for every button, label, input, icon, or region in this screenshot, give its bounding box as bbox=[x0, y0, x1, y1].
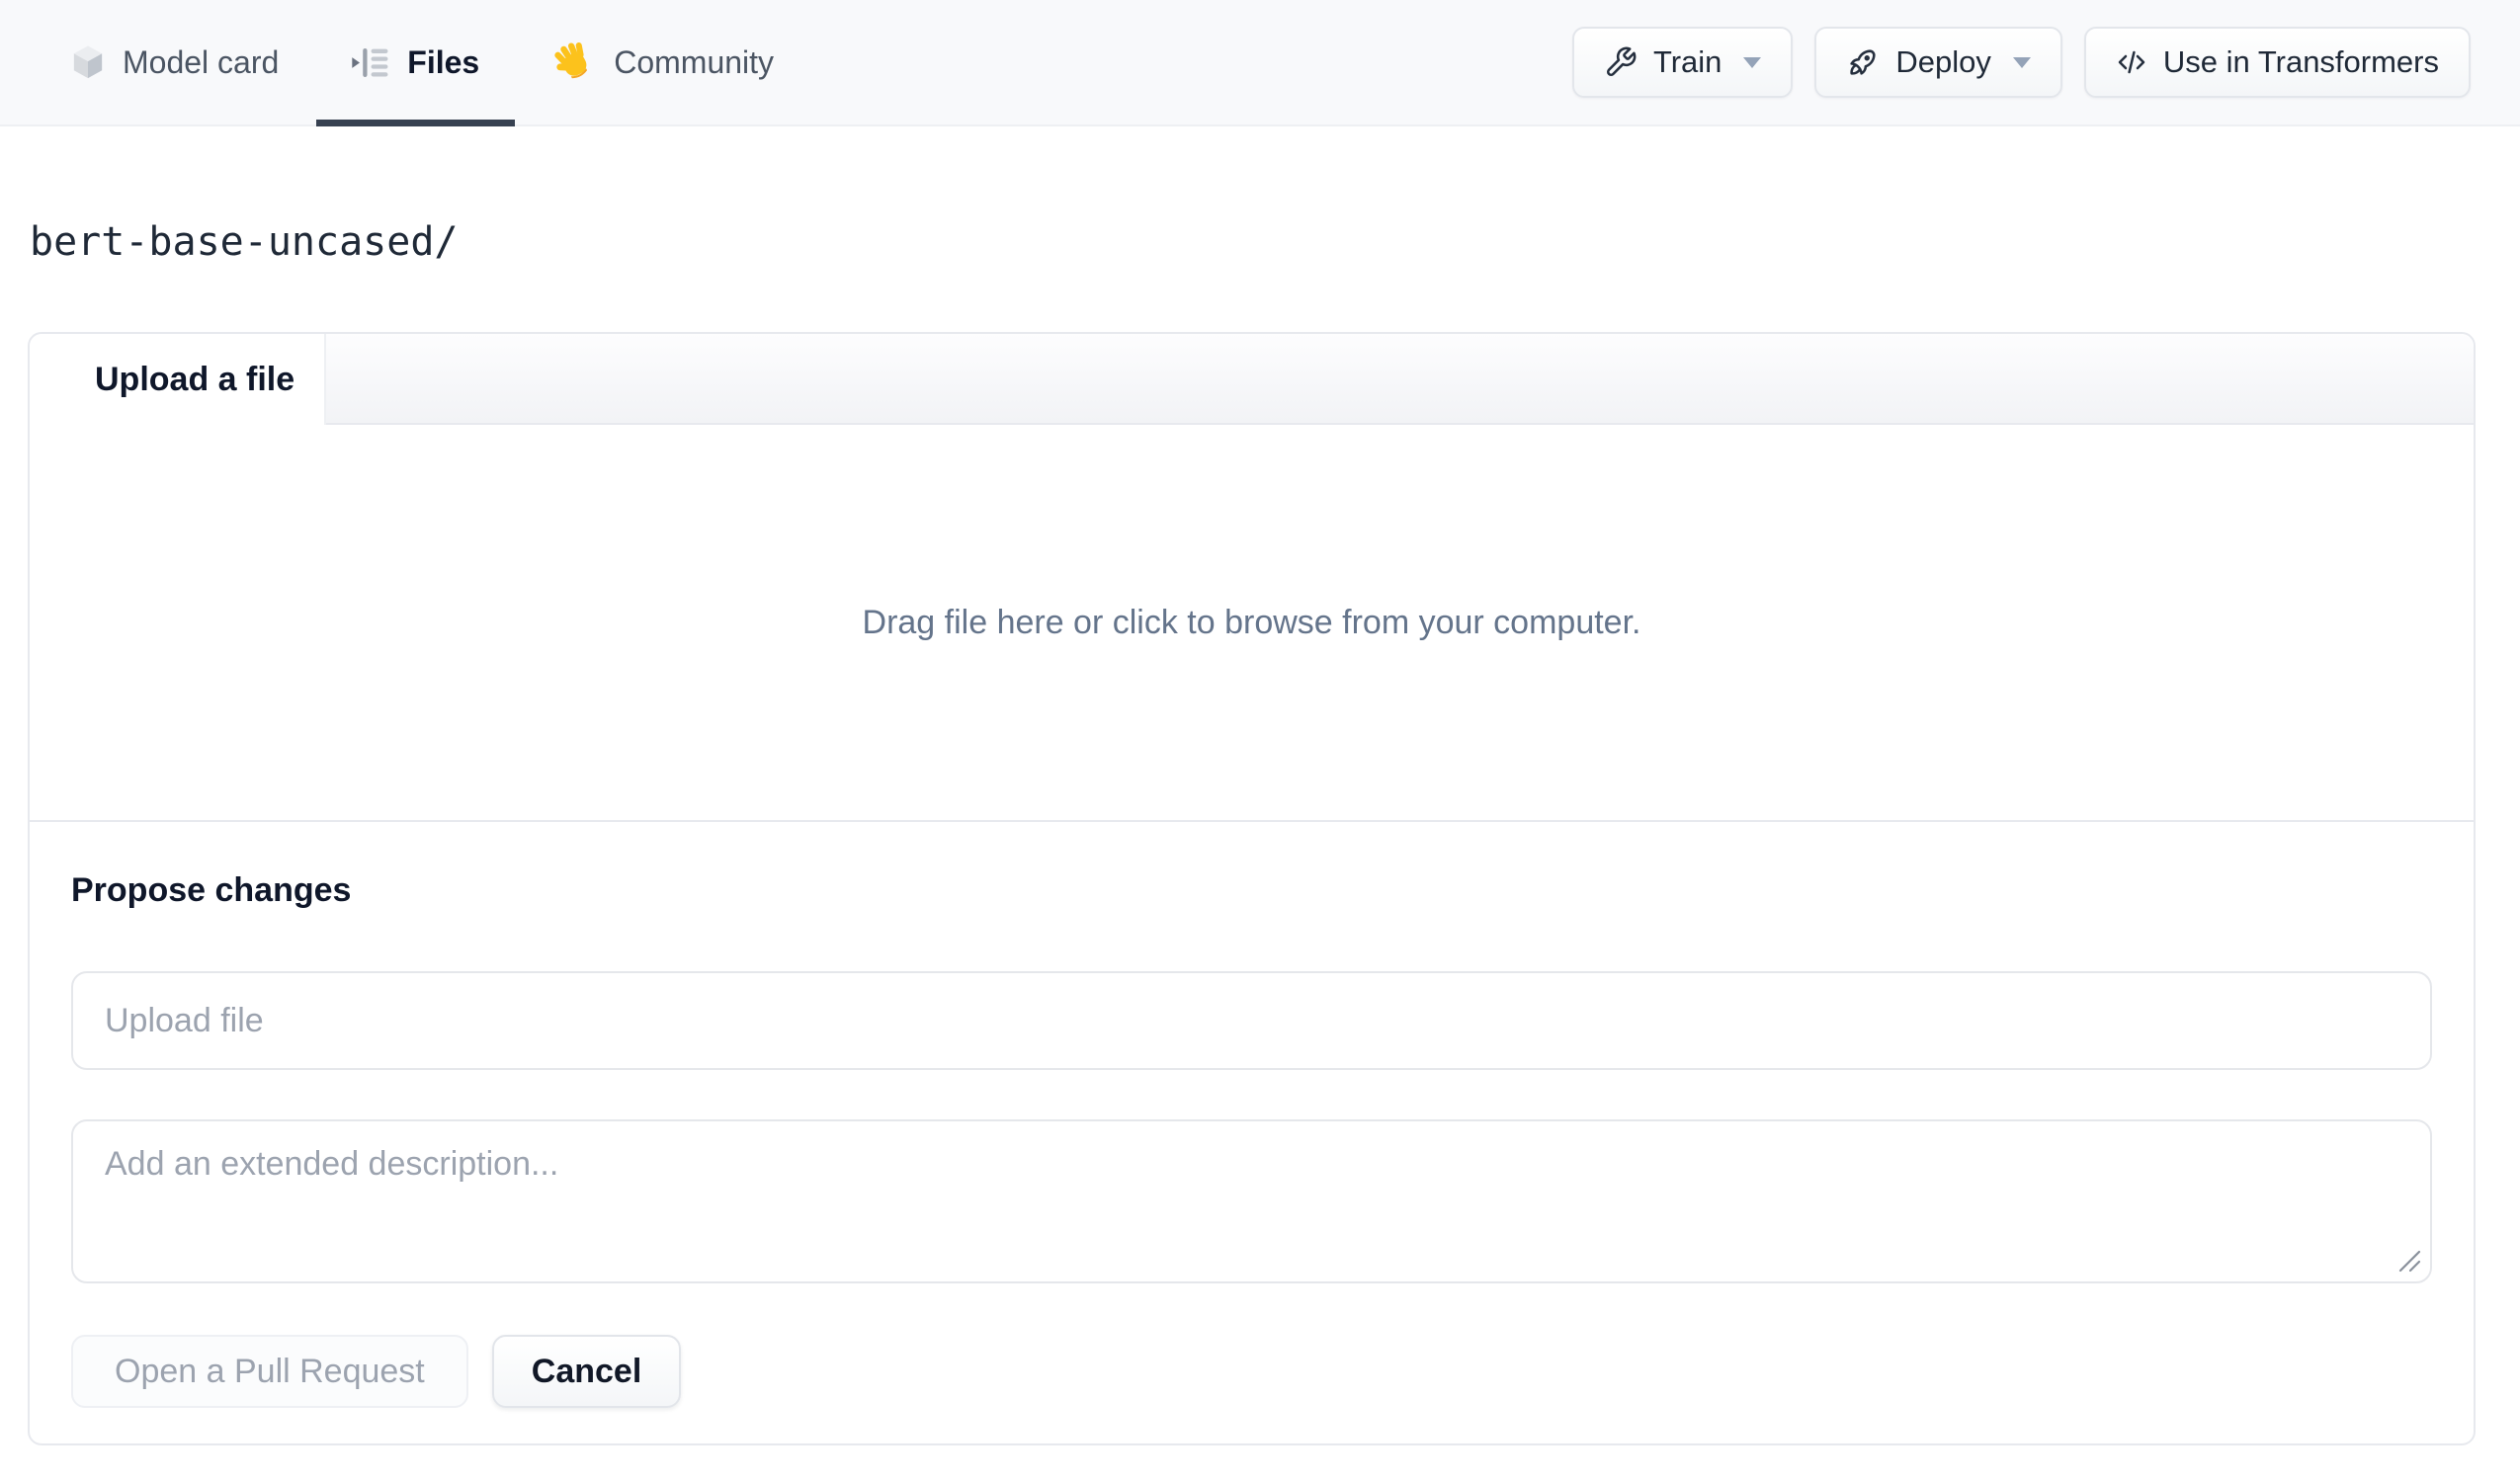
breadcrumb: bert-base-uncased/ bbox=[30, 219, 2520, 265]
open-pull-request-button[interactable]: Open a Pull Request bbox=[71, 1335, 468, 1408]
waving-hand-icon bbox=[550, 40, 596, 85]
wrench-icon bbox=[1604, 45, 1638, 79]
code-icon bbox=[2116, 46, 2147, 78]
top-nav: Model card Files Community Train Deploy … bbox=[0, 0, 2520, 126]
upload-file-input[interactable] bbox=[71, 971, 2432, 1070]
propose-actions-row: Open a Pull Request Cancel bbox=[71, 1335, 2432, 1408]
tab-community-label: Community bbox=[614, 43, 775, 80]
tab-model-card-label: Model card bbox=[123, 43, 280, 80]
repo-path-link[interactable]: bert-base-uncased/ bbox=[30, 219, 458, 265]
propose-changes-section: Propose changes Open a Pull Request Canc… bbox=[30, 822, 2474, 1443]
use-in-transformers-label: Use in Transformers bbox=[2162, 44, 2439, 79]
repo-tabs: Model card Files Community bbox=[71, 0, 774, 126]
tab-community[interactable]: Community bbox=[550, 0, 774, 124]
dropzone-hint-text: Drag file here or click to browse from y… bbox=[862, 603, 1641, 641]
file-dropzone[interactable]: Drag file here or click to browse from y… bbox=[30, 425, 2474, 822]
repo-action-buttons: Train Deploy Use in Transformers bbox=[1571, 27, 2471, 98]
tab-upload-a-file[interactable]: Upload a file bbox=[30, 334, 326, 425]
tab-files-label: Files bbox=[407, 43, 480, 80]
train-button-label: Train bbox=[1652, 44, 1722, 79]
tab-files[interactable]: Files bbox=[316, 0, 516, 126]
deploy-button[interactable]: Deploy bbox=[1814, 27, 2062, 98]
use-in-transformers-button[interactable]: Use in Transformers bbox=[2083, 27, 2471, 98]
deploy-button-label: Deploy bbox=[1895, 44, 1991, 79]
card-tab-bar: Upload a file bbox=[30, 334, 2474, 425]
textarea-resize-handle[interactable] bbox=[2396, 1248, 2422, 1274]
caret-down-icon bbox=[2012, 56, 2031, 68]
files-tree-icon bbox=[350, 44, 389, 81]
cube-icon bbox=[71, 44, 105, 81]
upload-card: Upload a file Drag file here or click to… bbox=[28, 332, 2476, 1445]
caret-down-icon bbox=[1743, 56, 1762, 68]
active-tab-underline bbox=[316, 120, 516, 126]
description-field-wrapper bbox=[71, 1119, 2432, 1283]
cancel-button[interactable]: Cancel bbox=[491, 1335, 682, 1408]
rocket-icon bbox=[1846, 45, 1880, 79]
tab-model-card[interactable]: Model card bbox=[71, 0, 279, 124]
extended-description-textarea[interactable] bbox=[71, 1119, 2432, 1283]
propose-changes-heading: Propose changes bbox=[71, 871, 352, 909]
train-button[interactable]: Train bbox=[1571, 27, 1794, 98]
